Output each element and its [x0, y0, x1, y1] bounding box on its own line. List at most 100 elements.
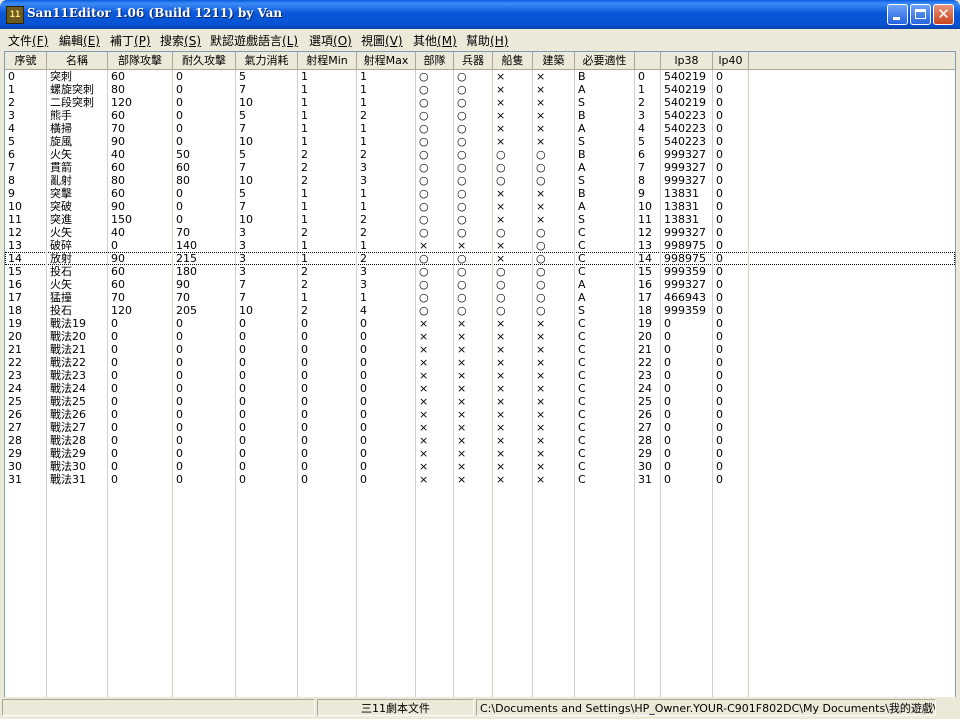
table-row[interactable]: 2 二段突刺 120 0 10 1 1 ○ ○ × × S 2 540219 0 [5, 96, 955, 109]
table-cell[interactable]: 0 [173, 447, 236, 460]
table-cell[interactable]: 1 [357, 200, 416, 213]
table-cell[interactable]: 1 [298, 122, 357, 135]
table-cell[interactable]: × [533, 200, 575, 213]
table-cell[interactable]: 5 [236, 109, 298, 122]
table-cell[interactable]: 5 [236, 70, 298, 83]
column-header-4[interactable]: 氣力消耗 [236, 52, 298, 69]
table-cell[interactable]: 40 [108, 226, 173, 239]
table-cell[interactable]: ○ [533, 252, 575, 265]
table-cell[interactable]: C [575, 447, 635, 460]
table-cell[interactable]: 29 [635, 447, 661, 460]
table-cell[interactable]: 1 [357, 122, 416, 135]
table-cell[interactable]: 9 [635, 187, 661, 200]
table-cell[interactable]: × [416, 239, 454, 252]
table-cell[interactable]: 0 [108, 460, 173, 473]
table-cell[interactable]: ○ [533, 278, 575, 291]
table-cell[interactable]: ○ [416, 213, 454, 226]
table-cell[interactable]: ○ [533, 304, 575, 317]
table-cell[interactable]: 0 [713, 187, 749, 200]
menu-item-5[interactable]: 選項(O) [309, 32, 352, 49]
table-cell[interactable]: 0 [357, 473, 416, 486]
table-cell[interactable]: 投石 [47, 304, 108, 317]
column-header-11[interactable]: 必要適性 [575, 52, 635, 69]
table-cell[interactable]: 1 [357, 187, 416, 200]
table-cell[interactable]: × [454, 421, 493, 434]
table-cell[interactable]: 2 [298, 278, 357, 291]
table-cell[interactable]: × [416, 473, 454, 486]
table-cell[interactable]: 螺旋突刺 [47, 83, 108, 96]
table-cell[interactable]: × [493, 135, 533, 148]
table-cell[interactable]: 0 [173, 382, 236, 395]
table-cell[interactable]: 0 [236, 395, 298, 408]
table-cell[interactable]: 1 [298, 187, 357, 200]
table-cell[interactable]: 4 [357, 304, 416, 317]
table-cell[interactable]: 21 [5, 343, 47, 356]
table-row[interactable]: 16 火矢 60 90 7 2 3 ○ ○ ○ ○ A 16 999327 0 [5, 278, 955, 291]
table-cell[interactable]: 0 [298, 460, 357, 473]
table-cell[interactable]: 0 [173, 96, 236, 109]
table-cell[interactable]: 60 [108, 265, 173, 278]
table-cell[interactable]: ○ [493, 161, 533, 174]
table-cell[interactable]: 0 [173, 213, 236, 226]
table-cell[interactable]: A [575, 122, 635, 135]
table-cell[interactable]: × [416, 447, 454, 460]
table-cell[interactable]: 0 [661, 395, 713, 408]
table-cell[interactable]: ○ [454, 122, 493, 135]
table-cell[interactable]: 戰法31 [47, 473, 108, 486]
table-cell[interactable]: 0 [173, 343, 236, 356]
table-cell[interactable]: B [575, 148, 635, 161]
table-cell[interactable]: 0 [298, 317, 357, 330]
table-row[interactable]: 22 戰法22 0 0 0 0 0 × × × × C 22 0 0 [5, 356, 955, 369]
table-cell[interactable]: 0 [173, 395, 236, 408]
table-cell[interactable]: 2 [298, 304, 357, 317]
table-cell[interactable]: 70 [173, 291, 236, 304]
table-cell[interactable]: ○ [416, 70, 454, 83]
table-cell[interactable]: 0 [236, 421, 298, 434]
table-cell[interactable]: 0 [236, 408, 298, 421]
table-cell[interactable]: × [454, 434, 493, 447]
table-cell[interactable]: 0 [298, 473, 357, 486]
table-cell[interactable]: 19 [5, 317, 47, 330]
table-cell[interactable]: 2 [298, 265, 357, 278]
table-cell[interactable]: × [493, 200, 533, 213]
table-cell[interactable]: 1 [5, 83, 47, 96]
table-row[interactable]: 28 戰法28 0 0 0 0 0 × × × × C 28 0 0 [5, 434, 955, 447]
table-cell[interactable]: 25 [5, 395, 47, 408]
table-cell[interactable]: 3 [236, 239, 298, 252]
table-cell[interactable]: 0 [173, 187, 236, 200]
table-cell[interactable]: 0 [173, 421, 236, 434]
table-cell[interactable]: 0 [713, 226, 749, 239]
table-cell[interactable]: 0 [298, 447, 357, 460]
table-cell[interactable]: × [533, 213, 575, 226]
table-cell[interactable]: 20 [5, 330, 47, 343]
table-cell[interactable]: 13831 [661, 187, 713, 200]
table-cell[interactable]: 3 [357, 278, 416, 291]
table-cell[interactable]: 998975 [661, 239, 713, 252]
table-cell[interactable]: 亂射 [47, 174, 108, 187]
table-cell[interactable]: 13 [5, 239, 47, 252]
table-cell[interactable]: 3 [5, 109, 47, 122]
table-cell[interactable]: 戰法26 [47, 408, 108, 421]
table-cell[interactable]: × [493, 343, 533, 356]
table-cell[interactable]: 1 [298, 135, 357, 148]
table-cell[interactable]: 0 [713, 421, 749, 434]
table-cell[interactable]: 0 [713, 395, 749, 408]
table-cell[interactable]: 1 [298, 239, 357, 252]
table-cell[interactable]: × [493, 356, 533, 369]
table-cell[interactable]: 999327 [661, 161, 713, 174]
table-cell[interactable]: ○ [493, 148, 533, 161]
table-cell[interactable]: 0 [713, 408, 749, 421]
table-cell[interactable]: 14 [635, 252, 661, 265]
table-cell[interactable]: 50 [173, 148, 236, 161]
table-cell[interactable]: × [533, 460, 575, 473]
table-cell[interactable]: ○ [454, 200, 493, 213]
table-cell[interactable]: 2 [298, 148, 357, 161]
table-cell[interactable]: 8 [5, 174, 47, 187]
table-cell[interactable]: 0 [298, 330, 357, 343]
table-cell[interactable]: 0 [108, 447, 173, 460]
table-cell[interactable]: ○ [454, 148, 493, 161]
table-cell[interactable]: 23 [635, 369, 661, 382]
table-cell[interactable]: 0 [108, 434, 173, 447]
table-cell[interactable]: × [533, 187, 575, 200]
table-cell[interactable]: 1 [298, 252, 357, 265]
